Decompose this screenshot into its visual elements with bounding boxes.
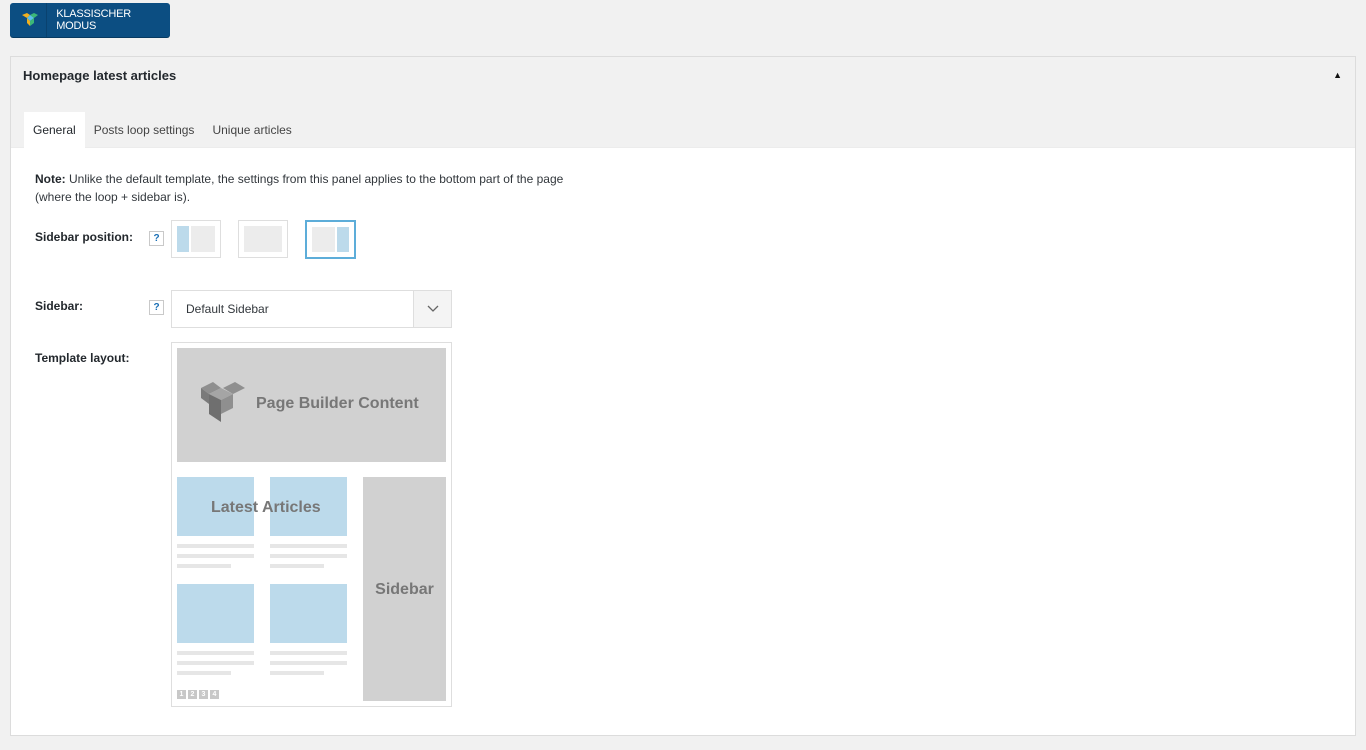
article-line	[177, 671, 231, 675]
article-thumb	[270, 584, 347, 643]
layout-gap	[189, 226, 191, 252]
note-text: Unlike the default template, the setting…	[35, 172, 564, 204]
article-line	[270, 544, 347, 548]
sidebar-position-right-option[interactable]	[305, 220, 356, 259]
latest-articles-text: Latest Articles	[211, 499, 321, 516]
template-layout-label: Template layout:	[35, 351, 130, 365]
article-line	[177, 544, 254, 548]
page-number: 2	[188, 690, 197, 699]
button-divider	[46, 3, 48, 37]
collapse-toggle-icon[interactable]: ▲	[1333, 70, 1342, 80]
settings-note: Note: Unlike the default template, the s…	[35, 170, 575, 206]
article-line	[270, 671, 324, 675]
sidebar-position-left-option[interactable]	[171, 220, 221, 258]
tab-unique-articles[interactable]: Unique articles	[203, 112, 300, 148]
template-layout-preview: Page Builder Content Latest Articles Sid…	[171, 342, 452, 707]
layout-content-area	[244, 226, 282, 252]
page-number: 4	[210, 690, 219, 699]
page-number: 1	[177, 690, 186, 699]
classic-mode-label: KLASSISCHER MODUS	[56, 8, 132, 32]
homepage-latest-articles-panel: Homepage latest articles ▲ General Posts…	[10, 56, 1356, 736]
sidebar-position-help-icon[interactable]: ?	[149, 231, 164, 246]
note-prefix: Note:	[35, 172, 66, 186]
pagination-preview: 1 2 3 4	[177, 690, 219, 699]
article-line	[270, 661, 347, 665]
sidebar-left-indicator	[177, 226, 189, 252]
panel-title: Homepage latest articles	[23, 68, 177, 83]
page-builder-block: Page Builder Content	[177, 348, 446, 462]
composer-logo-icon	[18, 8, 41, 32]
sidebar-position-label: Sidebar position:	[35, 230, 134, 244]
panel-header: Homepage latest articles ▲ General Posts…	[11, 57, 1355, 148]
sidebar-right-indicator	[337, 227, 349, 252]
page-builder-text: Page Builder Content	[256, 395, 419, 412]
classic-mode-button[interactable]: KLASSISCHER MODUS	[10, 3, 170, 37]
sidebar-help-icon[interactable]: ?	[149, 300, 164, 315]
page-number: 3	[199, 690, 208, 699]
page-builder-logo-icon	[199, 378, 247, 431]
tab-general[interactable]: General	[24, 112, 85, 148]
chevron-down-icon[interactable]	[413, 291, 451, 327]
layout-gap	[335, 227, 337, 252]
sidebar-select[interactable]: Default Sidebar	[171, 290, 452, 328]
sidebar-position-none-option[interactable]	[238, 220, 288, 258]
article-line	[177, 564, 231, 568]
sidebar-block: Sidebar	[363, 477, 446, 701]
sidebar-label: Sidebar:	[35, 299, 84, 313]
article-thumb	[177, 584, 254, 643]
article-line	[177, 554, 254, 558]
article-line	[270, 651, 347, 655]
sidebar-select-value: Default Sidebar	[186, 302, 269, 316]
settings-tabs: General Posts loop settings Unique artic…	[24, 112, 301, 148]
article-line	[177, 661, 254, 665]
sidebar-text: Sidebar	[375, 581, 434, 598]
article-line	[270, 554, 347, 558]
article-line	[270, 564, 324, 568]
article-line	[177, 651, 254, 655]
tab-posts-loop-settings[interactable]: Posts loop settings	[85, 112, 204, 148]
